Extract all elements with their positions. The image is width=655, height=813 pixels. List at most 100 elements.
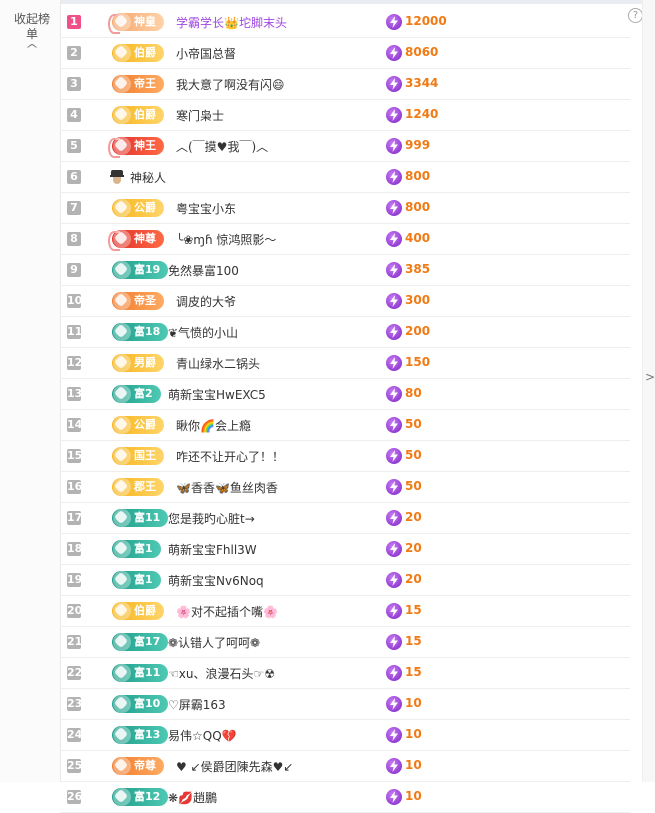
leaderboard-row[interactable]: 7 公爵 粤宝宝小东 800	[60, 193, 630, 224]
leaderboard-row[interactable]: 16 郡王 🦋香香🦋鱼丝肉香 50	[60, 472, 630, 503]
scrollbar[interactable]	[642, 0, 655, 782]
leaderboard-row[interactable]: 24 富13 易伟☆QQ💔 10	[60, 720, 630, 751]
user-name[interactable]: 🌸对不起插个嘴🌸	[176, 603, 278, 620]
leaderboard-row[interactable]: 10 帝圣 调皮的大爷 300	[60, 286, 630, 317]
leaderboard-row[interactable]: 2 伯爵 小帝国总督 8060	[60, 38, 630, 69]
user-name[interactable]: ︿(￣摸♥我￣)︿	[176, 138, 268, 155]
rank-number: 23	[67, 697, 83, 711]
leaderboard-row[interactable]: 5 神王 ︿(￣摸♥我￣)︿ 999	[60, 131, 630, 162]
user-name[interactable]: 萌新宝宝Nv6Noq	[168, 572, 264, 589]
level-badge: 富13	[112, 726, 169, 744]
rank-number: 19	[67, 573, 83, 587]
user-name[interactable]: 🦋香香🦋鱼丝肉香	[176, 479, 278, 496]
energy-bolt-icon	[386, 200, 402, 216]
user-name[interactable]: 咋还不让开心了！！	[176, 448, 284, 465]
energy-bolt-icon	[386, 448, 402, 464]
leaderboard-row[interactable]: 9 富19 免然暴富100 385	[60, 255, 630, 286]
user-name[interactable]: 寒门枭士	[176, 107, 224, 124]
leaderboard-row[interactable]: 25 帝尊 ♥ ↙侯爵团陳先森♥↙ 10	[60, 751, 630, 782]
energy-bolt-icon	[386, 510, 402, 526]
energy-bolt-icon	[386, 14, 402, 30]
level-badge: 公爵	[112, 199, 164, 217]
leaderboard-row[interactable]: 11 富18 ❦气愤的小山 200	[60, 317, 630, 348]
rank-number: 14	[67, 418, 83, 432]
leaderboard-row[interactable]: 19 富1 萌新宝宝Nv6Noq 20	[60, 565, 630, 596]
score-value: 80	[405, 386, 422, 400]
user-name[interactable]: 调皮的大爷	[176, 293, 236, 310]
user-name[interactable]: 免然暴富100	[168, 262, 239, 279]
badge-label: 帝王	[134, 77, 156, 90]
leaderboard-row[interactable]: 18 富1 萌新宝宝Fhll3W 20	[60, 534, 630, 565]
score-value: 8060	[405, 45, 439, 59]
score-value: 10	[405, 789, 422, 803]
chevron-right-icon[interactable]: >	[645, 370, 655, 384]
score-value: 50	[405, 417, 422, 431]
badge-label: 富1	[134, 542, 153, 555]
level-badge: 男爵	[112, 354, 164, 372]
rank-number: 8	[67, 232, 81, 246]
rank-number: 22	[67, 666, 83, 680]
rank-number: 13	[67, 387, 83, 401]
leaderboard-row[interactable]: 14 公爵 瞅你🌈会上瘾 50	[60, 410, 630, 441]
user-name[interactable]: 易伟☆QQ💔	[168, 727, 237, 744]
user-name[interactable]: ╰❀ɱɦ 惊鸿照影～	[176, 231, 276, 248]
user-name[interactable]: ❁认错人了呵呵❁	[168, 634, 260, 651]
user-name[interactable]: ❦气愤的小山	[168, 324, 238, 341]
user-name[interactable]: ♡屏霸163	[168, 696, 226, 713]
leaderboard-row[interactable]: 23 富10 ♡屏霸163 10	[60, 689, 630, 720]
user-name[interactable]: 粤宝宝小东	[176, 200, 236, 217]
user-name[interactable]: 神秘人	[130, 169, 166, 186]
user-name[interactable]: ❋💋趙鵬	[168, 789, 217, 806]
chevron-up-icon: ^	[24, 42, 40, 56]
score-value: 15	[405, 665, 422, 679]
badge-label: 富1	[134, 573, 153, 586]
leaderboard-row[interactable]: 8 神尊 ╰❀ɱɦ 惊鸿照影～ 400	[60, 224, 630, 255]
score-value: 999	[405, 138, 431, 152]
user-name[interactable]: 小帝国总督	[176, 45, 236, 62]
leaderboard-row[interactable]: 26 富12 ❋💋趙鵬 10	[60, 782, 630, 813]
user-name[interactable]: 青山绿水二锅头	[176, 355, 260, 372]
leaderboard-row[interactable]: 17 富11 您是莪旳心脏t→ 20	[60, 503, 630, 534]
collapse-leaderboard-button[interactable]: 收起榜单 ^	[14, 12, 50, 57]
leaderboard-row[interactable]: 3 帝王 我大意了啊没有闪😄 3344	[60, 69, 630, 100]
leaderboard-row[interactable]: 21 富17 ❁认错人了呵呵❁ 15	[60, 627, 630, 658]
rank-number: 6	[67, 170, 81, 184]
rank-number: 24	[67, 728, 83, 742]
leaderboard-row[interactable]: 13 富2 萌新宝宝HwEXC5 80	[60, 379, 630, 410]
badge-label: 富12	[134, 790, 161, 803]
badge-label: 富18	[134, 325, 161, 338]
badge-label: 富11	[134, 666, 161, 679]
user-name[interactable]: 萌新宝宝HwEXC5	[168, 386, 266, 403]
badge-label: 帝尊	[134, 759, 156, 772]
energy-bolt-icon	[386, 634, 402, 650]
top-edge	[0, 0, 655, 4]
user-name[interactable]: 您是莪旳心脏t→	[168, 510, 255, 527]
energy-bolt-icon	[386, 169, 402, 185]
leaderboard-row[interactable]: 6 神秘人 800	[60, 162, 630, 193]
badge-label: 郡王	[134, 480, 156, 493]
rank-number: 3	[67, 77, 81, 91]
level-badge: 伯爵	[112, 106, 164, 124]
user-name[interactable]: 我大意了啊没有闪😄	[176, 76, 285, 93]
user-name[interactable]: 瞅你🌈会上瘾	[176, 417, 251, 434]
question-circle-icon[interactable]: ?	[628, 8, 643, 23]
leaderboard-row[interactable]: 15 国王 咋还不让开心了！！ 50	[60, 441, 630, 472]
user-name[interactable]: ☜xu、浪漫石头☞☢	[168, 665, 275, 682]
user-name[interactable]: ♥ ↙侯爵团陳先森♥↙	[176, 758, 293, 775]
level-badge: 富2	[112, 385, 161, 403]
badge-label: 神尊	[134, 232, 156, 245]
leaderboard-row[interactable]: 22 富11 ☜xu、浪漫石头☞☢ 15	[60, 658, 630, 689]
score-value: 10	[405, 696, 422, 710]
rank-number: 21	[67, 635, 83, 649]
energy-bolt-icon	[386, 789, 402, 805]
leaderboard-row[interactable]: 20 伯爵 🌸对不起插个嘴🌸 15	[60, 596, 630, 627]
leaderboard-row[interactable]: 1 神皇 学霸学长👑坨脚末头 12000	[60, 7, 630, 38]
leaderboard-row[interactable]: 4 伯爵 寒门枭士 1240	[60, 100, 630, 131]
badge-label: 富11	[134, 511, 161, 524]
user-name[interactable]: 萌新宝宝Fhll3W	[168, 541, 257, 558]
leaderboard-row[interactable]: 12 男爵 青山绿水二锅头 150	[60, 348, 630, 379]
score-value: 20	[405, 510, 422, 524]
user-name[interactable]: 学霸学长👑坨脚末头	[176, 14, 287, 31]
score-value: 20	[405, 541, 422, 555]
energy-bolt-icon	[386, 727, 402, 743]
